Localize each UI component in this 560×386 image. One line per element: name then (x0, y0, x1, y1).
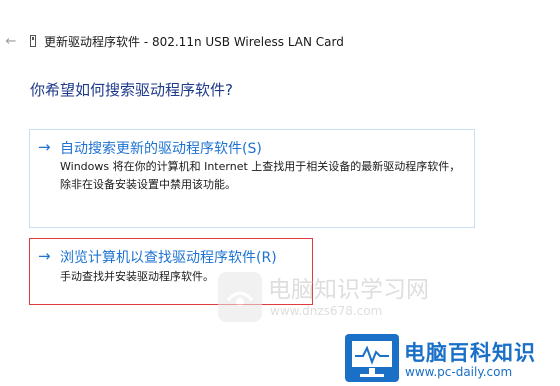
back-button[interactable]: ← (4, 30, 18, 52)
window-title: 更新驱动程序软件 - 802.11n USB Wireless LAN Card (44, 35, 344, 49)
dnzs-logo-icon (218, 272, 262, 322)
auto-search-option[interactable]: → 自动搜索更新的驱动程序软件(S) Windows 将在你的计算机和 Inte… (29, 129, 475, 228)
monitor-logo-icon (345, 334, 399, 382)
arrow-right-icon: → (38, 247, 51, 265)
driver-update-dialog: ← 更新驱动程序软件 - 802.11n USB Wireless LAN Ca… (0, 0, 560, 386)
dnzs-watermark-url: www.dnzs678.com (270, 304, 383, 318)
auto-search-title: 自动搜索更新的驱动程序软件(S) (60, 141, 262, 157)
auto-search-description: Windows 将在你的计算机和 Internet 上查找用于相关设备的最新驱动… (60, 160, 461, 191)
dnzs-watermark: 电脑知识学习网 www.dnzs678.com (218, 270, 429, 328)
back-arrow-icon: ← (5, 33, 17, 49)
dnzs-watermark-text: 电脑知识学习网 (268, 277, 429, 303)
pcdaily-watermark: 电脑百科知识 www.pc-daily.com (345, 334, 555, 384)
arrow-right-icon: → (38, 138, 51, 156)
usb-device-icon (30, 35, 36, 47)
page-heading: 你希望如何搜索驱动程序软件? (30, 81, 233, 99)
pcdaily-watermark-url: www.pc-daily.com (405, 365, 513, 379)
browse-computer-title: 浏览计算机以查找驱动程序软件(R) (60, 250, 277, 266)
pcdaily-watermark-text: 电脑百科知识 (404, 341, 536, 365)
title-bar: ← 更新驱动程序软件 - 802.11n USB Wireless LAN Ca… (0, 30, 560, 52)
